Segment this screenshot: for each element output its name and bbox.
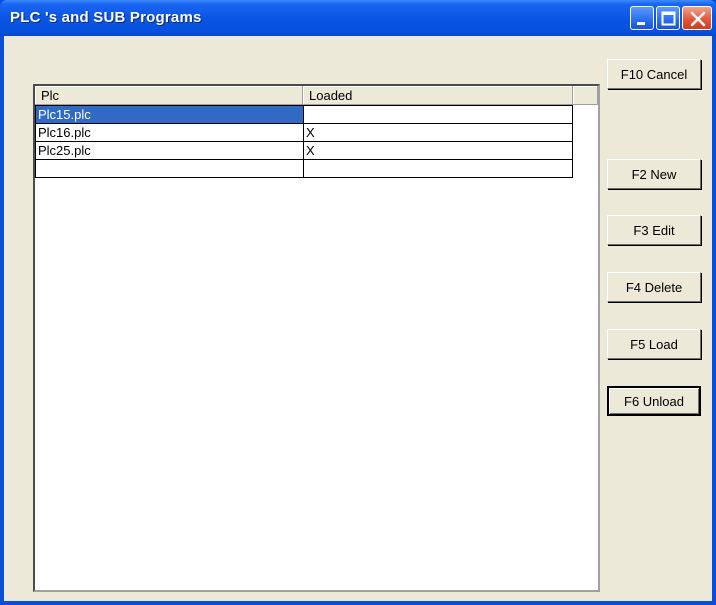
maximize-button[interactable] [656,6,680,30]
close-button[interactable] [682,6,712,30]
cell-loaded [303,159,573,178]
window-title: PLC 's and SUB Programs [10,9,202,26]
cell-loaded: X [303,141,573,160]
unload-button[interactable]: F6 Unload [607,386,701,416]
minimize-icon [637,22,645,25]
plc-list-view[interactable]: Plc Loaded Plc15.plc Plc16.plc X Plc25.p… [33,84,600,592]
edit-button[interactable]: F3 Edit [607,215,701,245]
table-row[interactable]: Plc25.plc X [35,141,573,160]
cell-plc: Plc15.plc [35,105,304,124]
close-icon [690,11,706,27]
table-row[interactable]: Plc15.plc [35,105,573,124]
cell-loaded: X [303,123,573,142]
column-header-plc[interactable]: Plc [35,86,303,105]
column-header-filler [573,86,598,105]
cell-plc [35,159,304,178]
new-button[interactable]: F2 New [607,159,701,189]
cancel-button[interactable]: F10 Cancel [607,59,701,89]
delete-button[interactable]: F4 Delete [607,272,701,302]
load-button[interactable]: F5 Load [607,329,701,359]
dialog-window: PLC 's and SUB Programs Plc Loaded Plc15… [0,0,716,605]
minimize-button[interactable] [630,6,654,30]
table-row[interactable]: Plc16.plc X [35,123,573,142]
cell-plc: Plc16.plc [35,123,304,142]
title-bar[interactable]: PLC 's and SUB Programs [0,0,716,36]
cell-loaded [303,105,573,124]
column-header-loaded[interactable]: Loaded [303,86,573,105]
dialog-client-area: Plc Loaded Plc15.plc Plc16.plc X Plc25.p… [4,36,712,601]
maximize-icon [661,11,676,26]
cell-plc: Plc25.plc [35,141,304,160]
table-row[interactable] [35,159,573,178]
